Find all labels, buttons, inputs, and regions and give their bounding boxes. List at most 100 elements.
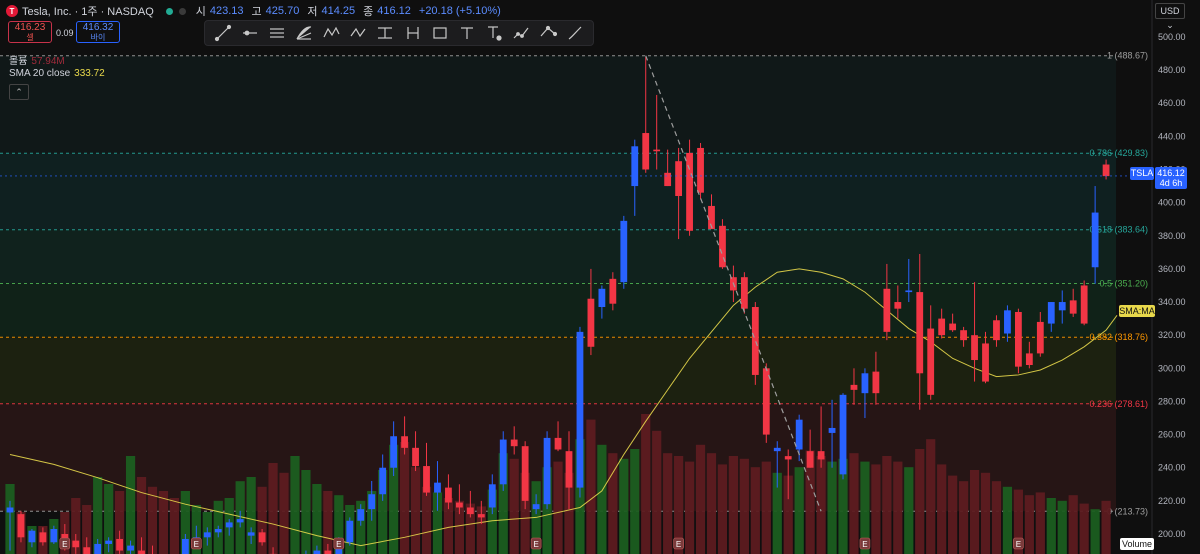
volume-bar <box>608 453 618 554</box>
candle-body <box>828 427 836 433</box>
xabcd-pattern-tool-button[interactable] <box>321 23 341 43</box>
earnings-marker-letter: E <box>1016 540 1021 549</box>
candle-body <box>697 147 704 193</box>
candle-body <box>357 509 365 521</box>
fib-level-label: 1 (488.67) <box>1107 51 1148 61</box>
text-tool-button[interactable] <box>457 23 477 43</box>
candle-body <box>434 482 441 493</box>
currency-selector[interactable]: USD ⌄ <box>1155 3 1185 30</box>
trend-line-tool-button[interactable] <box>213 23 233 43</box>
tesla-logo-icon: T <box>6 5 18 17</box>
candle-body <box>664 172 672 187</box>
volume-bar <box>958 481 969 554</box>
path-tool-button[interactable] <box>538 23 558 43</box>
symbol-title[interactable]: Tesla, Inc. · 1주 · NASDAQ <box>22 3 154 19</box>
candle-body <box>1069 300 1077 314</box>
y-tick-label: 220.00 <box>1158 496 1186 506</box>
candle-body <box>17 514 25 538</box>
volume-bar <box>882 456 892 554</box>
anchored-note-tool-button[interactable] <box>484 23 504 43</box>
buy-label: 바이 <box>90 33 106 42</box>
volume-bar <box>147 486 158 554</box>
volume-bar <box>1079 503 1089 554</box>
volume-bar <box>312 484 322 554</box>
candle-body <box>861 373 869 394</box>
volume-value: 57.94M <box>31 56 65 67</box>
volume-bar <box>750 467 760 554</box>
symbol-price-tag: TSLA <box>1130 167 1154 180</box>
candle-body <box>116 538 124 551</box>
chevron-up-icon: ⌃ <box>15 87 23 97</box>
parallel-channel-icon <box>269 28 284 38</box>
candle-body <box>1102 164 1110 177</box>
candle-body <box>39 532 47 543</box>
volume-legend[interactable]: 볼륨 57.94M <box>9 52 65 67</box>
candle-body <box>379 467 387 495</box>
volume-bar <box>991 481 1002 554</box>
y-tick-label: 480.00 <box>1158 65 1186 75</box>
trend-line-icon <box>214 24 231 42</box>
fib-level-label: 0.786 (429.83) <box>1089 148 1148 158</box>
candle-body <box>543 437 551 505</box>
candle-body <box>247 532 255 536</box>
date-range-icon <box>406 27 419 39</box>
last-price-tag: 416.12 4d 6h <box>1155 167 1187 189</box>
volume-bar <box>641 414 651 554</box>
fib-fan-icon <box>296 26 312 40</box>
volume-bar <box>290 456 300 554</box>
ray-tool-button[interactable] <box>240 23 260 43</box>
volume-bar <box>937 464 947 554</box>
fib-level-label: 0.5 (351.20) <box>1099 278 1148 288</box>
abcd-pattern-icon <box>350 27 366 38</box>
collapse-legend-button[interactable]: ⌃ <box>9 84 29 100</box>
candle-body <box>565 451 573 488</box>
candle-body <box>872 371 880 394</box>
market-open-dot-icon <box>165 7 173 15</box>
volume-bar <box>1101 500 1111 554</box>
low-label: 저 <box>307 6 318 18</box>
fib-zone <box>0 283 1116 338</box>
price-range-tool-button[interactable] <box>375 23 395 43</box>
candle-body <box>883 288 891 332</box>
buy-button[interactable]: 416.32 바이 <box>76 21 120 43</box>
volume-bar <box>761 461 771 554</box>
candle-body <box>587 298 595 347</box>
candle-body <box>1047 302 1055 324</box>
earnings-marker-letter: E <box>194 540 199 549</box>
y-tick-label: 200.00 <box>1158 529 1186 539</box>
candle-body <box>850 384 858 390</box>
projection-tool-button[interactable] <box>511 23 531 43</box>
price-chart[interactable]: 1 (488.67)0.786 (429.83)0.618 (383.64)0.… <box>0 0 1200 554</box>
sma-legend[interactable]: SMA 20 close 333.72 <box>9 68 105 79</box>
candle-body <box>1004 310 1011 334</box>
rectangle-icon <box>433 27 447 39</box>
date-range-tool-button[interactable] <box>403 23 423 43</box>
volume-bar <box>630 449 640 554</box>
open-value: 423.13 <box>209 5 244 17</box>
candle-body <box>916 292 924 374</box>
volume-bar <box>158 491 169 554</box>
parallel-channel-tool-button[interactable] <box>267 23 287 43</box>
chevron-down-icon: ⌄ <box>1166 20 1174 30</box>
volume-bar <box>794 467 804 554</box>
symbol-header: T Tesla, Inc. · 1주 · NASDAQ 시 423.13 고 425… <box>6 3 501 19</box>
candle-body <box>751 307 759 375</box>
y-tick-label: 300.00 <box>1158 363 1186 373</box>
candle-body <box>105 540 113 544</box>
candle-body <box>324 550 332 554</box>
candle-body <box>982 343 989 382</box>
candle-body <box>971 335 978 361</box>
sell-button[interactable]: 416.23 셀 <box>8 21 52 43</box>
projection-icon <box>513 27 529 39</box>
candle-body <box>806 451 814 468</box>
volume-bar <box>301 470 311 554</box>
rectangle-tool-button[interactable] <box>430 23 450 43</box>
candle-body <box>6 507 14 513</box>
brush-tool-button[interactable] <box>565 23 585 43</box>
earnings-marker-letter: E <box>533 540 538 549</box>
volume-bar <box>849 453 859 554</box>
abcd-pattern-tool-button[interactable] <box>348 23 368 43</box>
volume-bar <box>279 472 289 554</box>
fib-fan-tool-button[interactable] <box>294 23 314 43</box>
y-tick-label: 400.00 <box>1158 198 1186 208</box>
